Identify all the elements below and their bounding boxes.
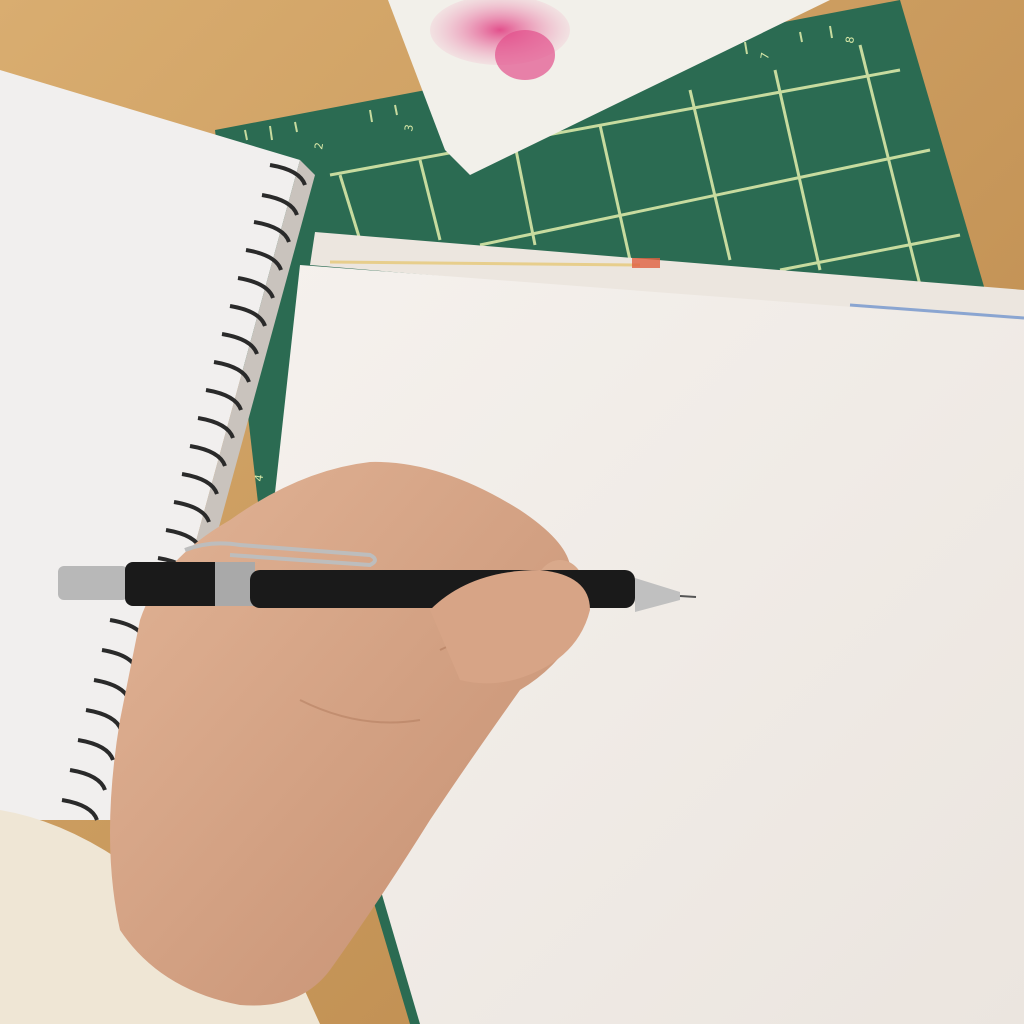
photo-scene: 2 3 4 7 8 — [0, 0, 1024, 1024]
scene-svg: 2 3 4 7 8 — [0, 0, 1024, 1024]
